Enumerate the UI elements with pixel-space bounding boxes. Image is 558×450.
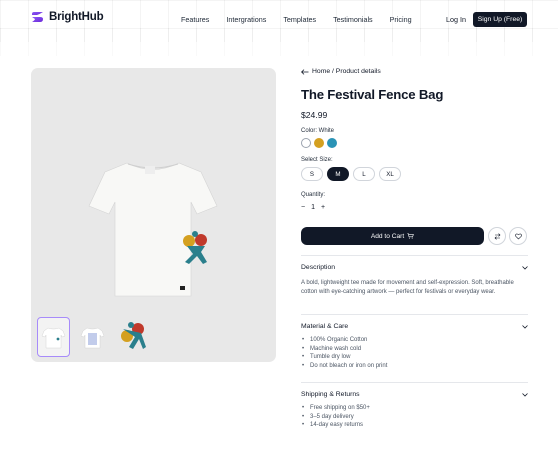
add-to-cart-button[interactable]: Add to Cart: [301, 227, 484, 245]
list-item: Do not bleach or iron on print: [301, 362, 528, 371]
shipping-header[interactable]: Shipping & Returns: [301, 391, 528, 398]
shipping-list: Free shipping on $50+ 3–5 day delivery 1…: [301, 404, 528, 430]
size-option-s[interactable]: S: [301, 167, 323, 181]
thumbnail-artwork[interactable]: [115, 317, 148, 357]
quantity-stepper: − 1 +: [301, 204, 325, 211]
shipping-section: Shipping & Returns Free shipping on $50+…: [301, 391, 528, 430]
heart-icon: [514, 233, 522, 239]
description-text: A bold, lightweight tee made for movemen…: [301, 280, 514, 295]
brand-logo[interactable]: BrightHub: [31, 11, 104, 23]
product-gallery: [31, 68, 276, 362]
divider: [301, 314, 528, 315]
quantity-label: Quantity:: [301, 192, 326, 198]
color-label: Color: White: [301, 128, 335, 134]
shipping-title: Shipping & Returns: [301, 391, 360, 398]
divider: [301, 255, 528, 256]
wishlist-button[interactable]: [509, 227, 527, 245]
grid-background: [0, 28, 558, 56]
nav-features[interactable]: Features: [181, 15, 209, 24]
size-option-xl[interactable]: XL: [379, 167, 401, 181]
list-item: Free shipping on $50+: [301, 404, 528, 413]
chevron-down-icon: [522, 265, 528, 270]
chevron-down-icon: [522, 392, 528, 397]
compare-button[interactable]: [488, 227, 506, 245]
color-swatch-mustard[interactable]: [314, 138, 324, 148]
thumbnail-strip: [37, 317, 148, 357]
chevron-down-icon: [522, 324, 528, 329]
product-price: $24.99: [301, 110, 328, 120]
nav-pricing[interactable]: Pricing: [390, 15, 412, 24]
add-to-cart-label: Add to Cart: [370, 232, 405, 240]
nav-templates[interactable]: Templates: [283, 15, 316, 24]
nav-integrations[interactable]: Intergrations: [226, 15, 266, 24]
color-swatch-teal[interactable]: [327, 138, 337, 148]
list-item: 14-day easy returns: [301, 421, 528, 430]
size-selector: S M L XL: [301, 167, 401, 181]
material-list: 100% Organic Cotton Machine wash cold Tu…: [301, 336, 528, 370]
size-option-l[interactable]: L: [353, 167, 375, 181]
material-section: Material & Care 100% Organic Cotton Mach…: [301, 323, 528, 370]
list-item: 3–5 day delivery: [301, 413, 528, 422]
product-title: The Festival Fence Bag: [301, 87, 444, 102]
signup-button[interactable]: Sign Up (Free): [473, 12, 527, 27]
brand-logo-icon: [32, 12, 43, 22]
description-title: Description: [301, 264, 335, 271]
breadcrumb[interactable]: Home / Product details: [301, 68, 381, 75]
list-item: Tumble dry low: [301, 353, 528, 362]
color-swatch-white[interactable]: [301, 138, 311, 148]
divider: [301, 382, 528, 383]
size-label: Select Size:: [301, 157, 333, 163]
quantity-value: 1: [311, 204, 315, 211]
brand-name: BrightHub: [49, 11, 104, 23]
swap-icon: [494, 232, 500, 240]
quantity-increment[interactable]: +: [321, 204, 325, 211]
color-swatches: [301, 138, 337, 148]
main-nav: Features Intergrations Templates Testimo…: [181, 15, 429, 24]
description-header[interactable]: Description: [301, 264, 528, 271]
description-section: Description A bold, lightweight tee made…: [301, 264, 528, 296]
top-navigation: BrightHub Features Intergrations Templat…: [0, 0, 558, 56]
size-option-m[interactable]: M: [327, 167, 349, 181]
material-header[interactable]: Material & Care: [301, 323, 528, 330]
quantity-decrement[interactable]: −: [301, 204, 305, 211]
list-item: 100% Organic Cotton: [301, 336, 528, 345]
login-link[interactable]: Log In: [446, 15, 466, 24]
main-product-image: [88, 162, 218, 297]
thumbnail-front[interactable]: [37, 317, 70, 357]
thumbnail-back[interactable]: [76, 317, 109, 357]
material-title: Material & Care: [301, 323, 349, 330]
list-item: Machine wash cold: [301, 345, 528, 354]
arrow-left-icon: [301, 68, 309, 75]
breadcrumb-text: Home / Product details: [312, 68, 381, 75]
nav-testimonials[interactable]: Testimonials: [333, 15, 373, 24]
cart-icon: [407, 233, 414, 239]
